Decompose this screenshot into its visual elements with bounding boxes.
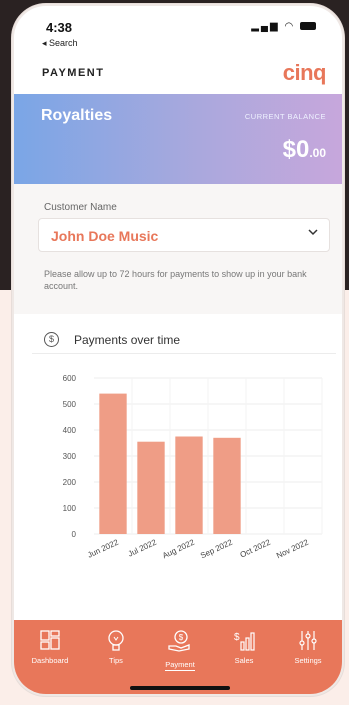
tab-label-tips: Tips [109, 656, 123, 665]
signal-icon: ▂▄▆ [251, 21, 280, 32]
tab-sales[interactable]: $ Sales [214, 628, 274, 665]
x-tick-label: Jul 2022 [127, 537, 159, 558]
tab-label-dashboard: Dashboard [31, 656, 69, 665]
dollar-circle-icon: $ [44, 332, 59, 347]
y-tick-label: 500 [63, 400, 77, 409]
tab-label-payment: Payment [165, 660, 195, 671]
page-title: PAYMENT [42, 67, 105, 79]
y-tick-label: 100 [63, 504, 77, 513]
sales-chart-icon: $ [234, 632, 255, 651]
tab-label-settings: Settings [294, 656, 322, 665]
customer-name-label: Customer Name [44, 202, 117, 213]
y-tick-label: 400 [63, 426, 77, 435]
tab-label-sales: Sales [234, 656, 254, 665]
bar-sep-2022 [213, 437, 241, 534]
y-tick-label: 0 [72, 530, 77, 539]
x-tick-label: Jun 2022 [86, 537, 120, 559]
chart-title: Payments over time [74, 333, 181, 347]
customer-section: Customer Name John Doe Music Please allo… [14, 184, 342, 314]
bar-jul-2022 [137, 441, 165, 534]
balance-card: Royalties CURRENT BALANCE $0.00 [14, 94, 342, 184]
bottom-tab-bar: Dashboard Tips $ Payment $ Sales Setting… [14, 620, 342, 694]
tab-tips[interactable]: Tips [86, 628, 146, 665]
back-to-search-link[interactable]: ◂ Search [42, 38, 78, 49]
battery-icon [300, 22, 316, 31]
phone-screen: 4:38 ◂ Search ▂▄▆ ◠ PAYMENT cinq Royalti… [12, 4, 344, 696]
customer-name-value: John Doe Music [51, 228, 159, 244]
bar-aug-2022 [175, 436, 203, 534]
svg-text:$: $ [234, 632, 240, 643]
y-tick-label: 200 [63, 478, 77, 487]
current-balance-amount: $0.00 [283, 136, 326, 164]
balance-amount-main: $0 [282, 136, 310, 163]
status-icons: ▂▄▆ ◠ [251, 21, 316, 32]
lightbulb-icon [108, 630, 124, 651]
brand-logo: cinq [282, 60, 327, 85]
app-bar: PAYMENT cinq [14, 58, 342, 94]
balance-amount-cents: .00 [309, 146, 326, 160]
payments-chart-card: $ Payments over time 0 100 200 300 400 500 600… [32, 326, 336, 616]
status-time: 4:38 [46, 20, 73, 35]
tab-payment[interactable]: $ Payment [150, 628, 210, 672]
payment-hand-icon: $ [168, 630, 190, 652]
chart-header: $ Payments over time [32, 326, 336, 354]
payments-bar-chart: 0 100 200 300 400 500 600 Jun 2022 Jul 2022 Aug 2… [63, 374, 323, 560]
royalties-label: Royalties [41, 107, 113, 124]
tab-dashboard[interactable]: Dashboard [20, 628, 80, 665]
bar-jun-2022 [99, 393, 127, 534]
dashboard-icon [40, 630, 60, 650]
home-indicator [130, 686, 230, 690]
chevron-down-icon [307, 226, 319, 241]
y-tick-label: 600 [63, 374, 77, 383]
x-tick-label: Nov 2022 [275, 537, 310, 560]
y-tick-label: 300 [63, 452, 77, 461]
status-bar: 4:38 ◂ Search ▂▄▆ ◠ [14, 6, 342, 56]
current-balance-label: CURRENT BALANCE [244, 112, 326, 121]
sliders-icon [299, 631, 317, 650]
customer-name-select[interactable]: John Doe Music [38, 218, 330, 252]
payment-notice: Please allow up to 72 hours for payments… [44, 269, 307, 291]
tab-settings[interactable]: Settings [278, 628, 338, 665]
x-tick-label: Oct 2022 [239, 537, 273, 559]
x-tick-label: Aug 2022 [161, 537, 196, 560]
svg-text:$: $ [179, 633, 184, 642]
x-tick-label: Sep 2022 [199, 537, 234, 560]
wifi-icon: ◠ [284, 21, 296, 32]
